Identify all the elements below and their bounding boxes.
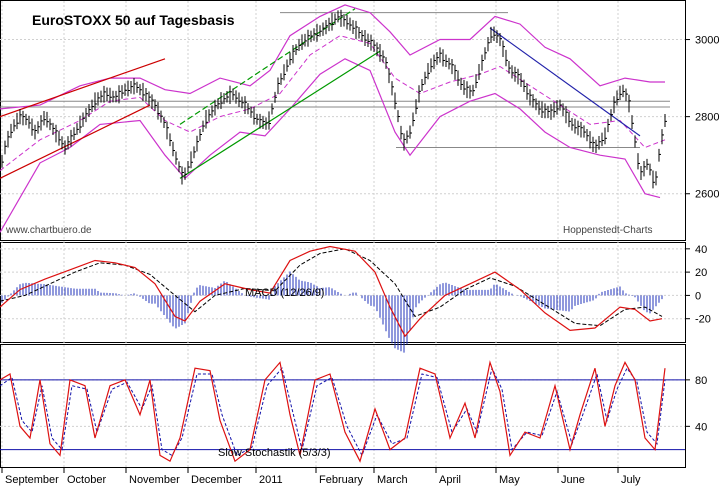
stoch-d-line xyxy=(0,366,666,457)
stoch-y-tick-label: 80 xyxy=(695,375,707,387)
month-label: November xyxy=(129,474,180,486)
macd-signal-line xyxy=(0,248,663,327)
macd-y-tick-label: 20 xyxy=(695,267,707,279)
month-label: October xyxy=(67,474,106,486)
price-y-tick-label: 2600 xyxy=(695,189,719,201)
moving-average-line xyxy=(0,35,666,171)
source-label: www.chartbuero.de xyxy=(5,225,92,236)
month-label: July xyxy=(621,474,641,486)
month-label: June xyxy=(561,474,585,486)
stoch-y-tick-label: 40 xyxy=(695,421,707,433)
macd-panel xyxy=(0,245,663,353)
price-panel xyxy=(0,4,670,233)
month-label: September xyxy=(5,474,59,486)
month-label: April xyxy=(439,474,461,486)
macd-y-tick-label: 40 xyxy=(695,244,707,256)
month-label: February xyxy=(319,474,364,486)
macd-line xyxy=(0,245,663,338)
stoch-k-line xyxy=(0,360,666,463)
chart-canvas: September October November December 2011 Febr… xyxy=(0,0,719,486)
month-label: 2011 xyxy=(259,474,283,486)
macd-panel-frame xyxy=(0,242,686,343)
stochastic-label: Slow Stochastik (5/3/3) xyxy=(218,447,331,459)
macd-y-tick-label: 0 xyxy=(695,290,701,302)
month-label: December xyxy=(191,474,242,486)
provider-label: Hoppenstedt-Charts xyxy=(563,225,653,236)
month-label: March xyxy=(377,474,408,486)
stochastic-panel xyxy=(0,360,685,463)
macd-y-tick-label: -20 xyxy=(695,314,711,326)
price-y-tick-label: 2800 xyxy=(695,112,719,124)
bollinger-lower-band xyxy=(0,58,661,233)
chart-title: EuroSTOXX 50 auf Tagesbasis xyxy=(32,12,235,28)
price-y-tick-label: 3000 xyxy=(695,35,719,47)
month-label: May xyxy=(499,474,520,486)
macd-label: MACD (12/26/9) xyxy=(245,287,324,299)
